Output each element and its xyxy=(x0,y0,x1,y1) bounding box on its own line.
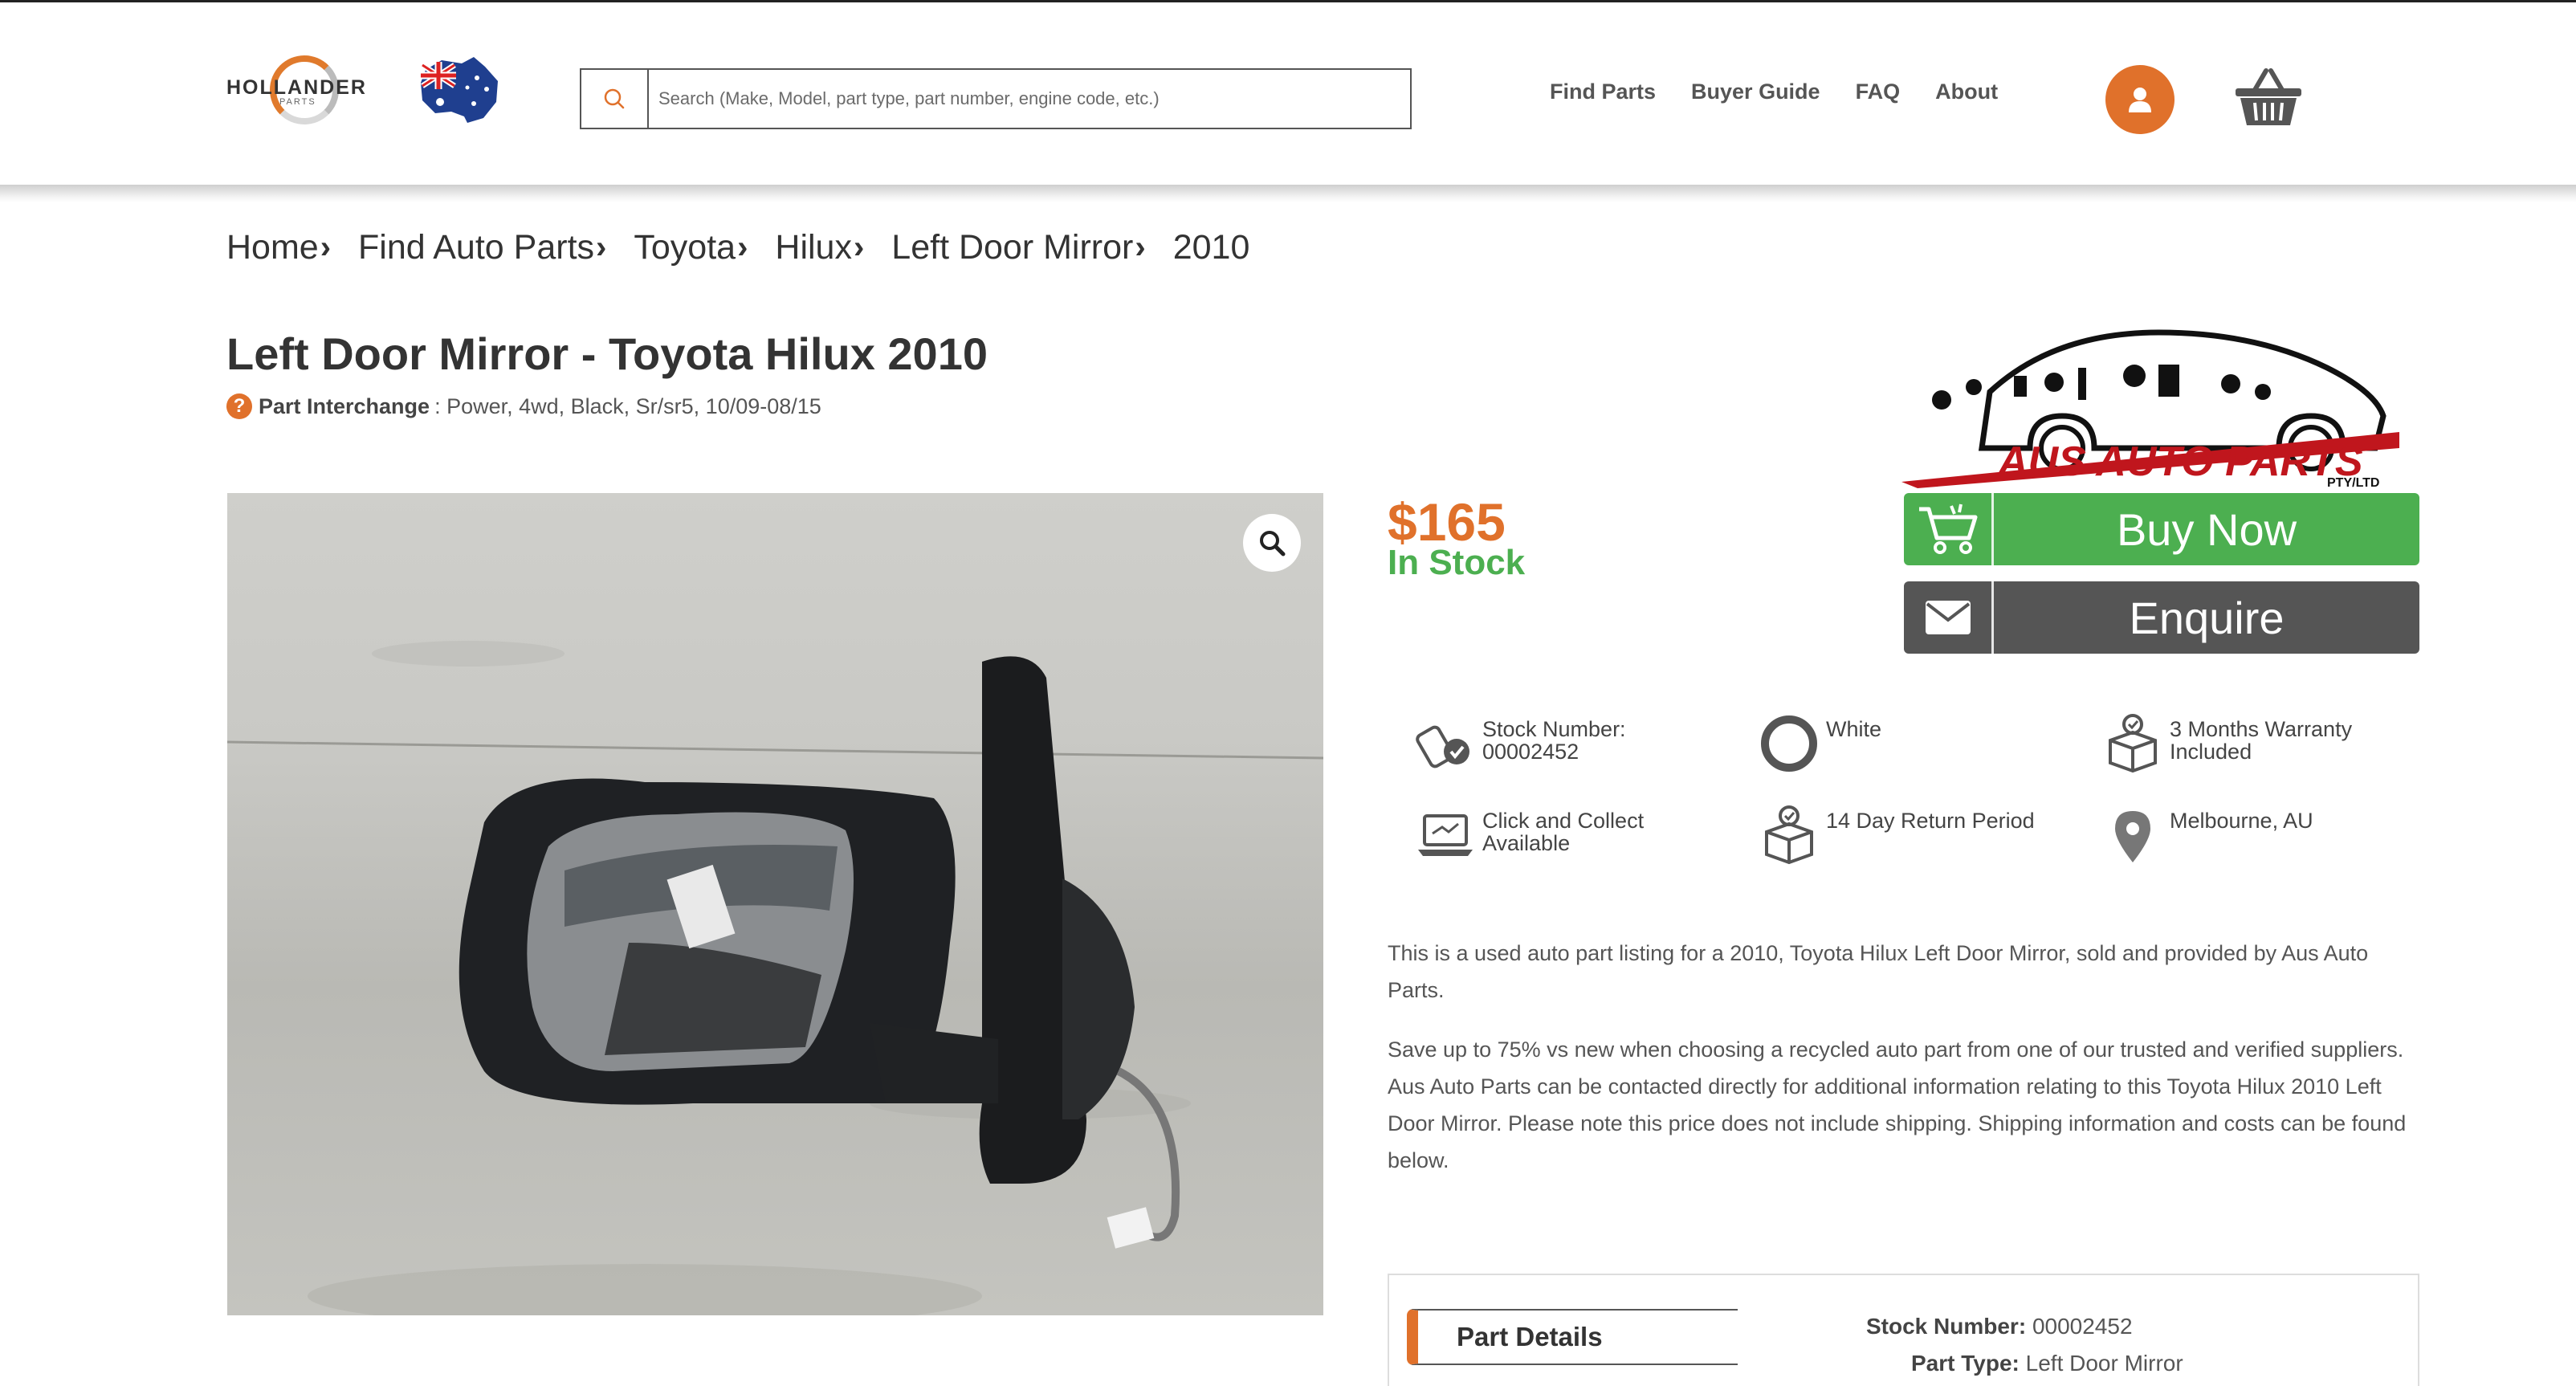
seller-name: AUS AUTO PARTS xyxy=(1996,438,2363,485)
feature-stock-number: Stock Number: 00002452 xyxy=(1413,711,1626,776)
seller-logo: AUS AUTO PARTS PTY/LTD xyxy=(1901,329,2399,488)
envelope-icon xyxy=(1925,601,1971,634)
breadcrumb-label: Toyota xyxy=(634,228,736,267)
product-image[interactable] xyxy=(227,493,1323,1315)
help-icon[interactable]: ? xyxy=(226,393,252,419)
australia-flag-icon xyxy=(421,57,498,123)
search-button[interactable] xyxy=(581,70,649,128)
feature-click-collect: Click and Collect Available xyxy=(1413,803,1644,867)
cart-button[interactable] xyxy=(2232,63,2305,132)
search-input[interactable] xyxy=(649,70,1410,128)
breadcrumb-hilux[interactable]: Hilux › xyxy=(775,228,864,267)
description-paragraph-2: Save up to 75% vs new when choosing a re… xyxy=(1388,1037,2407,1172)
details-value: Left Door Mirror xyxy=(2025,1351,2183,1376)
details-label: Part Type: xyxy=(1911,1351,2020,1376)
feature-returns: 14 Day Return Period xyxy=(1757,803,2035,867)
breadcrumb-left-door-mirror[interactable]: Left Door Mirror › xyxy=(891,228,1145,267)
page-title: Left Door Mirror - Toyota Hilux 2010 xyxy=(226,328,988,379)
description-paragraph-1: This is a used auto part listing for a 2… xyxy=(1388,941,2369,1002)
color-value: White xyxy=(1826,717,1882,741)
part-interchange: ? Part Interchange : Power, 4wd, Black, … xyxy=(226,393,821,419)
hollander-logo[interactable]: HOLLANDER PARTS xyxy=(226,52,387,136)
returns-value: 14 Day Return Period xyxy=(1826,809,2035,833)
stock-number-icon xyxy=(1413,711,1478,776)
breadcrumb-year: 2010 xyxy=(1173,228,1250,267)
breadcrumb-label: Left Door Mirror xyxy=(891,228,1134,267)
logo-subtext: PARTS xyxy=(279,97,316,107)
breadcrumb-find-auto-parts[interactable]: Find Auto Parts › xyxy=(358,228,606,267)
search-icon xyxy=(604,88,625,109)
return-box-icon xyxy=(1757,803,1821,867)
breadcrumb-label: Home xyxy=(226,228,319,267)
chevron-right-icon: › xyxy=(596,230,607,265)
feature-location: Melbourne, AU xyxy=(2101,803,2313,867)
nav-faq[interactable]: FAQ xyxy=(1856,79,1901,104)
nav-find-parts[interactable]: Find Parts xyxy=(1550,79,1656,104)
warranty-line2: Included xyxy=(2170,740,2252,764)
warranty-line1: 3 Months Warranty xyxy=(2170,717,2353,741)
magnifier-icon xyxy=(1260,531,1286,556)
part-details-section: Part Details Stock Number: 00002452 Part… xyxy=(1388,1274,2419,1386)
stock-number-value: 00002452 xyxy=(1482,740,1579,764)
buy-now-button[interactable]: Buy Now xyxy=(1904,493,2419,565)
cart-icon xyxy=(1918,503,1977,554)
search-bar xyxy=(580,68,1412,129)
feature-color: White xyxy=(1757,711,1881,776)
buy-now-label: Buy Now xyxy=(2116,503,2297,555)
breadcrumb-label: 2010 xyxy=(1172,228,1250,267)
laptop-icon xyxy=(1413,803,1478,867)
mirror-photo-icon xyxy=(227,641,1323,1315)
click-collect-line1: Click and Collect xyxy=(1482,809,1645,833)
interchange-value: : Power, 4wd, Black, Sr/sr5, 10/09-08/15 xyxy=(434,393,821,418)
stock-number-label: Stock Number: xyxy=(1482,717,1626,741)
logo-text: HOLLANDER xyxy=(226,76,367,99)
site-header: HOLLANDER PARTS Find Parts Buyer Guide F… xyxy=(0,2,2576,185)
stock-status: In Stock xyxy=(1388,543,1526,582)
nav-about[interactable]: About xyxy=(1935,79,1998,104)
location-value: Melbourne, AU xyxy=(2170,809,2313,833)
seller-suffix: PTY/LTD xyxy=(2327,476,2379,488)
feature-warranty: 3 Months Warranty Included xyxy=(2101,711,2352,776)
details-value: 00002452 xyxy=(2032,1314,2133,1339)
enquire-button[interactable]: Enquire xyxy=(1904,581,2419,654)
click-collect-line2: Available xyxy=(1482,831,1571,855)
enquire-label: Enquire xyxy=(2129,592,2285,643)
breadcrumb-toyota[interactable]: Toyota › xyxy=(634,228,748,267)
chevron-right-icon: › xyxy=(853,230,865,265)
details-row-part-type: Part Type: Left Door Mirror xyxy=(1911,1351,2183,1376)
zoom-button[interactable] xyxy=(1243,514,1301,572)
account-button[interactable] xyxy=(2105,65,2175,134)
main-nav: Find Parts Buyer Guide FAQ About xyxy=(1550,79,1998,104)
warranty-box-icon xyxy=(2101,711,2165,776)
breadcrumb: Home › Find Auto Parts › Toyota › Hilux › Le… xyxy=(226,228,1277,267)
nav-buyer-guide[interactable]: Buyer Guide xyxy=(1691,79,1820,104)
user-icon xyxy=(2129,88,2151,112)
location-pin-icon xyxy=(2101,803,2165,867)
details-row-stock-number: Stock Number: 00002452 xyxy=(1866,1314,2133,1339)
chevron-right-icon: › xyxy=(1135,230,1146,265)
enquire-icon-wrap xyxy=(1904,581,1994,654)
breadcrumb-home[interactable]: Home › xyxy=(226,228,331,267)
buy-icon-wrap xyxy=(1904,493,1994,565)
tab-part-details[interactable]: Part Details xyxy=(1407,1309,1738,1365)
breadcrumb-label: Find Auto Parts xyxy=(358,228,595,267)
interchange-label: Part Interchange xyxy=(259,393,430,418)
breadcrumb-label: Hilux xyxy=(775,228,852,267)
header-shadow xyxy=(0,185,2576,202)
chevron-right-icon: › xyxy=(737,230,748,265)
details-label: Stock Number: xyxy=(1866,1314,2027,1339)
basket-icon xyxy=(2236,68,2301,125)
color-ring-icon xyxy=(1757,711,1821,776)
chevron-right-icon: › xyxy=(320,230,332,265)
